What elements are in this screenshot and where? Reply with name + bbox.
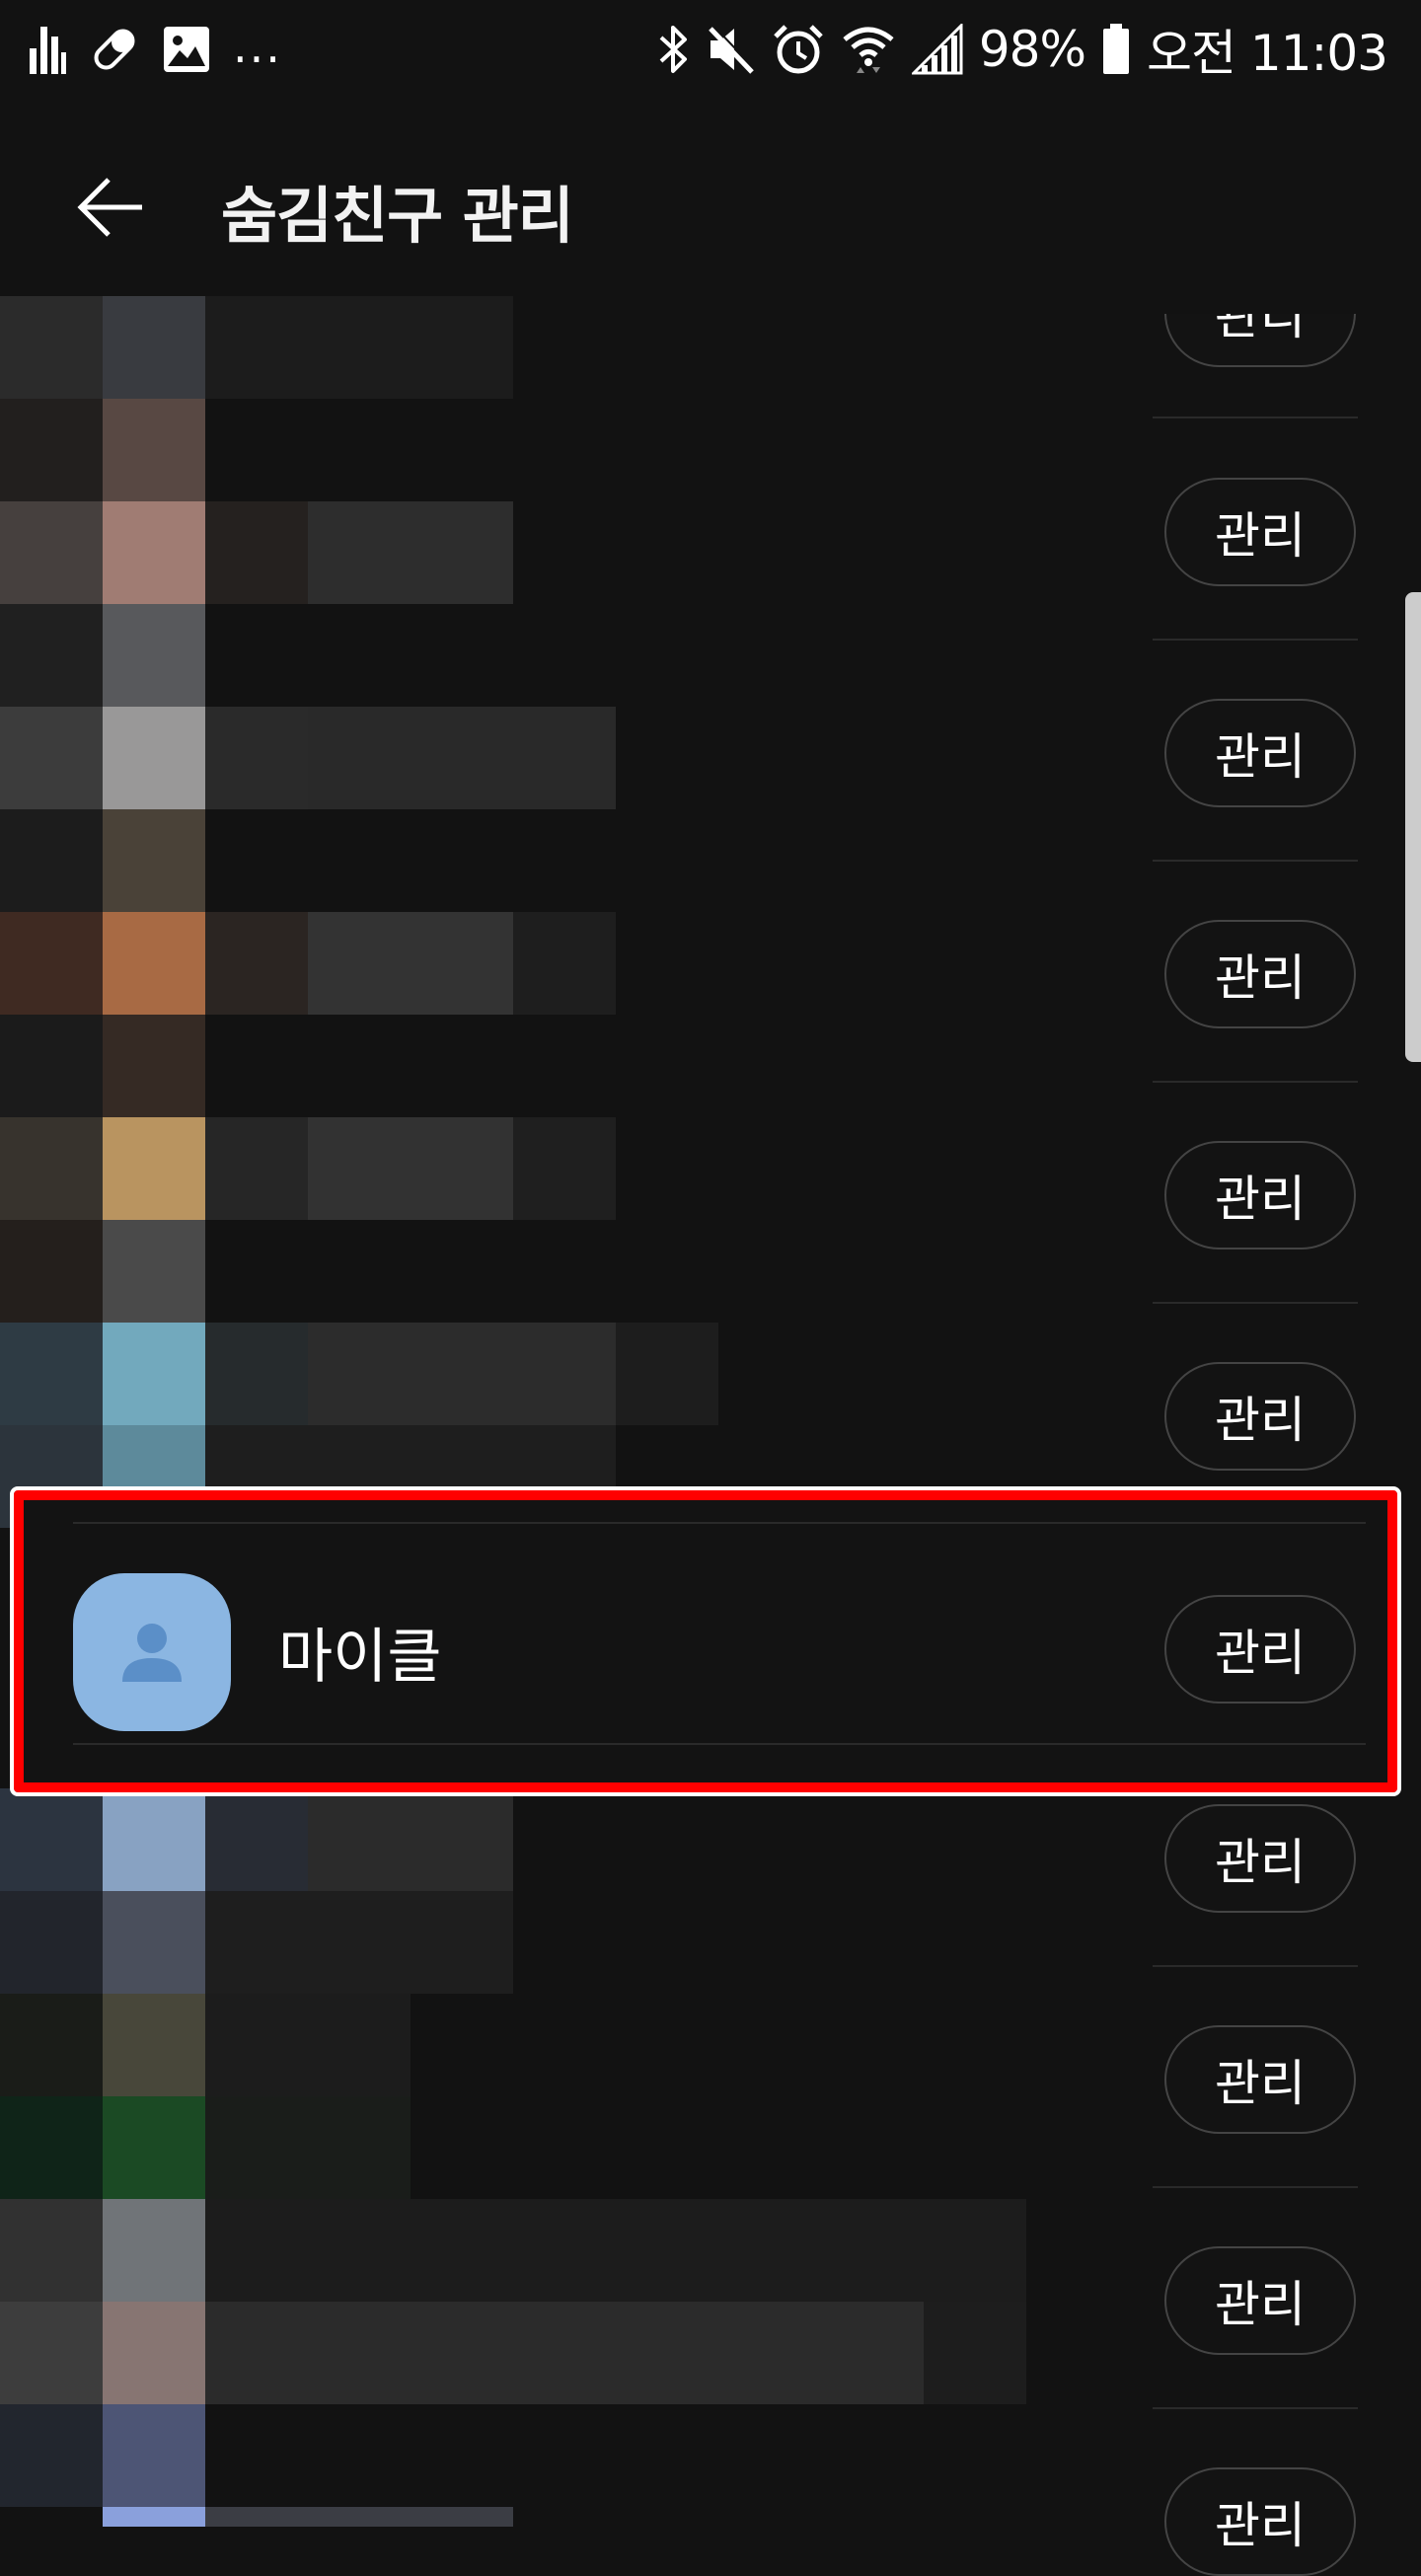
manage-button[interactable]: 관리 <box>1164 920 1356 1028</box>
manage-button[interactable]: 관리 <box>1164 699 1356 807</box>
row-divider <box>1153 1965 1358 1967</box>
manage-button[interactable]: 관리 <box>1164 478 1356 586</box>
avatar[interactable] <box>73 1573 231 1731</box>
manage-button[interactable]: 관리 <box>1164 2025 1356 2134</box>
row-divider <box>1153 860 1358 862</box>
scrollbar-thumb[interactable] <box>1405 592 1421 1062</box>
row-divider <box>1153 2407 1358 2409</box>
row-divider <box>1153 1081 1358 1083</box>
row-divider <box>1153 417 1358 418</box>
contact-name: 마이클 <box>278 1623 442 1692</box>
manage-button[interactable]: 관리 <box>1164 1595 1356 1704</box>
manage-button[interactable]: 관리 <box>1164 1141 1356 1250</box>
row-divider <box>73 1522 1366 1524</box>
person-icon <box>112 1613 191 1692</box>
manage-button[interactable]: 관리 <box>1164 2467 1356 2576</box>
manage-button[interactable]: 관리 <box>1164 1804 1356 1913</box>
row-divider <box>1153 2186 1358 2188</box>
manage-button[interactable]: 관리 <box>1164 1362 1356 1471</box>
row-divider <box>1153 1302 1358 1304</box>
highlighted-friend-row[interactable]: 마이클 관리 <box>10 1486 1401 1796</box>
hidden-friends-list: 관리 관리 관리 관리 관리 관리 관리 관리 관리 관리 <box>0 0 1421 2576</box>
manage-button[interactable]: 관리 <box>1164 2246 1356 2355</box>
manage-button[interactable]: 관리 <box>1164 314 1356 367</box>
row-divider <box>73 1743 1366 1745</box>
row-divider <box>1153 639 1358 641</box>
